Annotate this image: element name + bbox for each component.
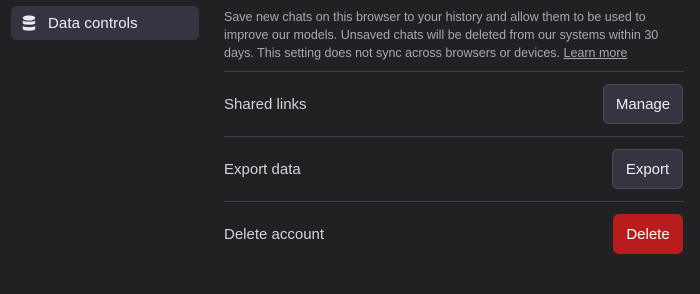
- export-data-button[interactable]: Export: [612, 149, 683, 189]
- shared-links-row: Shared links Manage: [224, 72, 684, 136]
- chat-history-description: Save new chats on this browser to your h…: [224, 8, 679, 62]
- export-data-label: Export data: [224, 160, 301, 178]
- data-controls-panel: Save new chats on this browser to your h…: [224, 0, 684, 294]
- delete-account-row: Delete account Delete: [224, 202, 684, 266]
- delete-account-label: Delete account: [224, 225, 325, 243]
- settings-sidebar: Data controls: [0, 0, 210, 294]
- database-icon: [21, 14, 37, 32]
- shared-links-label: Shared links: [224, 95, 307, 113]
- delete-account-button[interactable]: Delete: [613, 214, 683, 254]
- settings-dialog: Data controls Save new chats on this bro…: [0, 0, 700, 294]
- export-data-row: Export data Export: [224, 137, 684, 201]
- learn-more-link[interactable]: Learn more: [564, 46, 628, 60]
- sidebar-item-label: Data controls: [48, 14, 138, 32]
- manage-shared-links-button[interactable]: Manage: [603, 84, 683, 124]
- sidebar-item-data-controls[interactable]: Data controls: [11, 6, 199, 40]
